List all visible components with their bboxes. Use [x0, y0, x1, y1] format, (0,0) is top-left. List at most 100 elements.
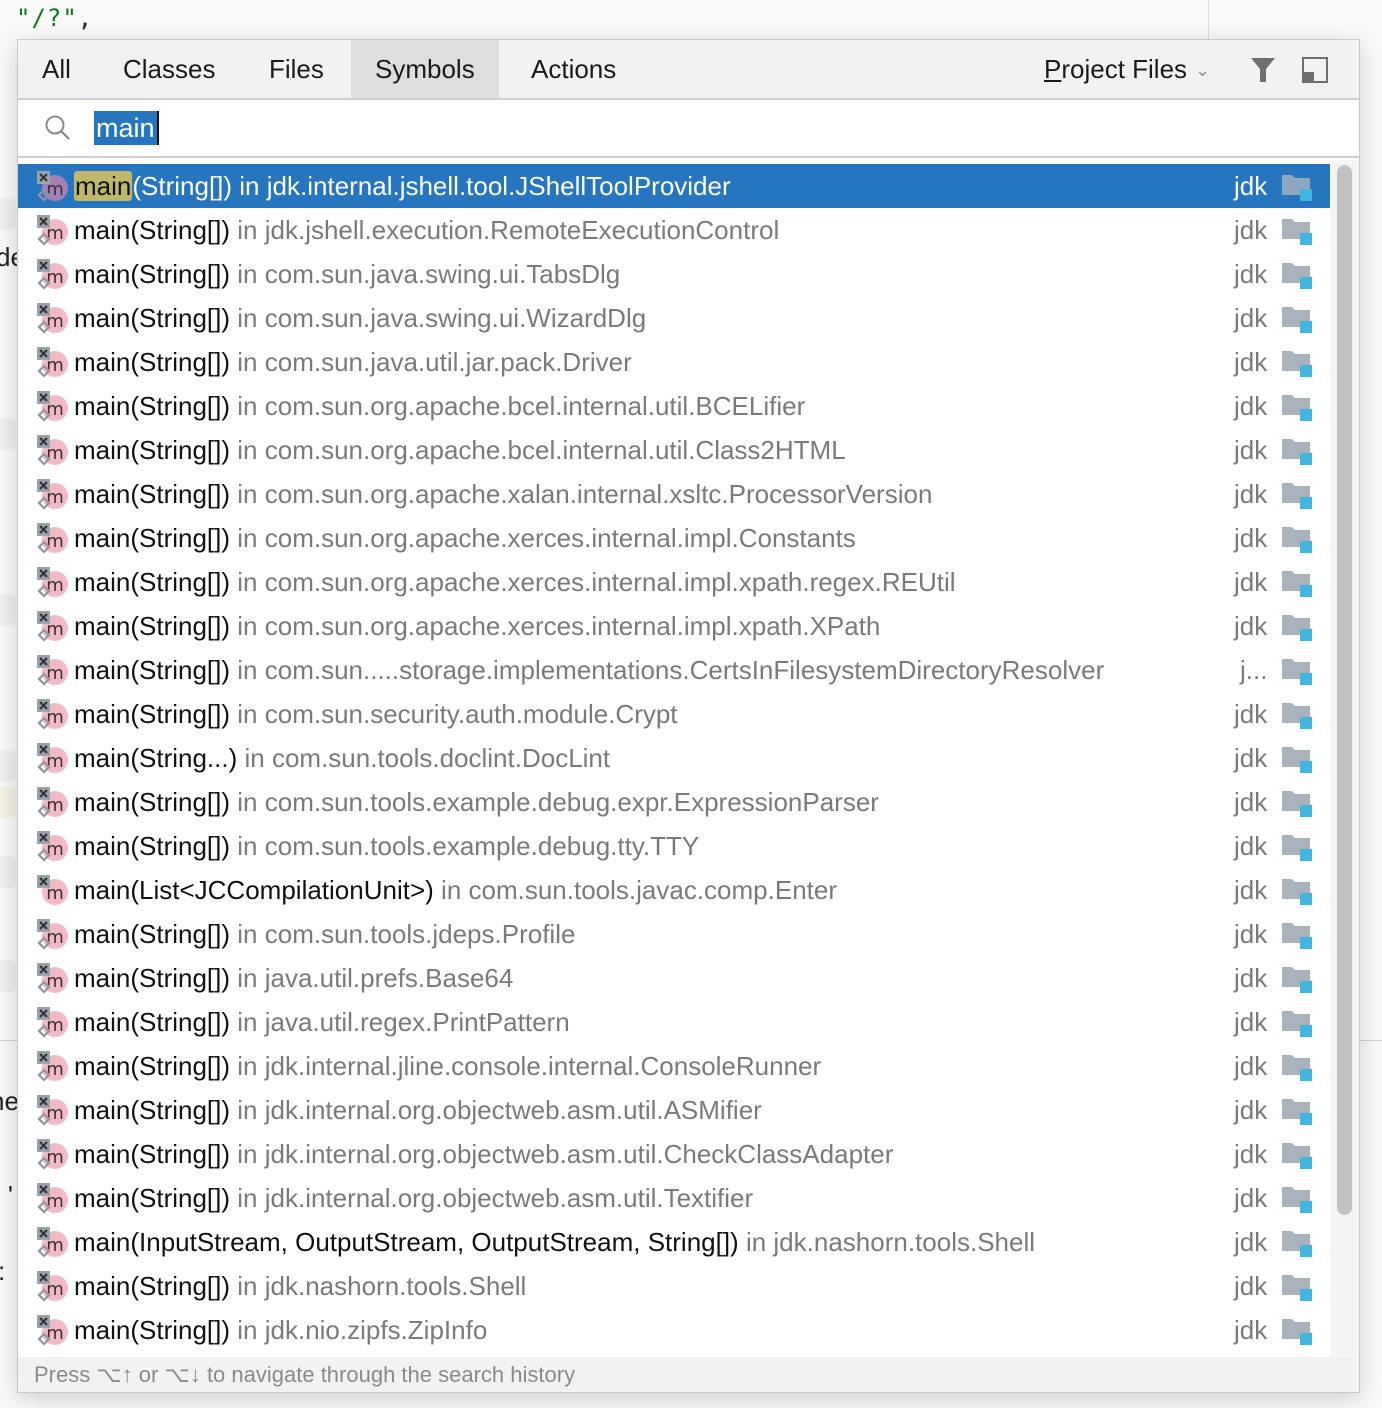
module-folder-icon	[1282, 351, 1312, 377]
module-folder-icon	[1282, 835, 1312, 861]
library-label: jdk	[1234, 831, 1268, 861]
library-label: jdk	[1234, 435, 1268, 465]
method-icon: m	[37, 567, 68, 598]
result-row[interactable]: m main(String[]) in jdk.internal.org.obje…	[18, 1176, 1330, 1220]
module-folder-icon	[1282, 175, 1312, 201]
result-row[interactable]: m main(String[]) in jdk.internal.jshell.t…	[18, 164, 1330, 208]
result-row[interactable]: m main(String...) in com.sun.tools.doclin…	[18, 736, 1330, 780]
library-label: jdk	[1234, 1315, 1268, 1345]
search-input[interactable]: main	[94, 111, 159, 145]
module-folder-icon	[1282, 879, 1312, 905]
result-row[interactable]: m main(String[]) in com.sun.org.apache.xe…	[18, 516, 1330, 560]
result-row[interactable]: m main(String[]) in java.util.regex.Print…	[18, 1000, 1330, 1044]
result-row[interactable]: m main(String[]) in jdk.internal.org.obje…	[18, 1132, 1330, 1176]
result-row[interactable]: m main(String[]) in com.sun.....storage.i…	[18, 648, 1330, 692]
symbol-name: main(String[])	[74, 1007, 231, 1037]
symbol-name: main(String[])	[74, 391, 231, 421]
scope-dropdown[interactable]: Project Files ⌄	[1044, 40, 1210, 98]
search-bar: main	[18, 100, 1359, 158]
symbol-location: in com.sun.tools.doclint.DocLint	[237, 743, 611, 773]
module-folder-icon	[1282, 307, 1312, 333]
result-row[interactable]: m main(String[]) in com.sun.tools.jdeps.P…	[18, 912, 1330, 956]
module-folder-icon	[1282, 967, 1312, 993]
result-row[interactable]: m main(String[]) in com.sun.java.swing.ui…	[18, 296, 1330, 340]
result-row[interactable]: m main(String[]) in com.sun.tools.example…	[18, 780, 1330, 824]
result-row[interactable]: m main(String[]) in com.sun.org.apache.xa…	[18, 472, 1330, 516]
module-folder-icon	[1282, 703, 1312, 729]
symbol-location: in java.util.prefs.Base64	[230, 963, 514, 993]
symbol-name: main(String[])	[74, 171, 233, 201]
symbol-location: in jdk.nio.zipfs.ZipInfo	[230, 1315, 488, 1345]
library-label: j...	[1240, 655, 1268, 685]
module-folder-icon	[1282, 1099, 1312, 1125]
module-folder-icon	[1282, 1055, 1312, 1081]
library-label: jdk	[1234, 1051, 1268, 1081]
result-row[interactable]: m main(String[]) in com.sun.org.apache.bc…	[18, 428, 1330, 472]
result-row[interactable]: m main(String[]) in com.sun.org.apache.bc…	[18, 384, 1330, 428]
module-folder-icon	[1282, 527, 1312, 553]
library-label: jdk	[1234, 1139, 1268, 1169]
method-icon: m	[37, 1183, 68, 1214]
symbol-location: in jdk.internal.org.objectweb.asm.util.T…	[230, 1183, 754, 1213]
method-icon: m	[37, 963, 68, 994]
symbol-location: in com.sun.tools.javac.comp.Enter	[433, 875, 837, 905]
symbol-location: in com.sun.security.auth.module.Crypt	[230, 699, 678, 729]
result-row[interactable]: m main(String[]) in com.sun.org.apache.xe…	[18, 604, 1330, 648]
symbol-location: in com.sun.org.apache.xalan.internal.xsl…	[230, 479, 933, 509]
library-label: jdk	[1234, 567, 1268, 597]
symbol-name: main(String[])	[74, 259, 231, 289]
tab-actions[interactable]: Actions	[507, 40, 640, 98]
library-label: jdk	[1234, 479, 1268, 509]
editor-divider	[1358, 1040, 1382, 1041]
method-icon: m	[37, 215, 68, 246]
symbol-location: in com.sun.....storage.implementations.C…	[230, 655, 1105, 685]
result-row[interactable]: m main(String[]) in jdk.nashorn.tools.She…	[18, 1264, 1330, 1308]
symbol-name: main(String[])	[74, 567, 231, 597]
module-folder-icon	[1282, 1319, 1312, 1345]
result-row[interactable]: m main(String[]) in jdk.internal.org.obje…	[18, 1088, 1330, 1132]
module-folder-icon	[1282, 263, 1312, 289]
symbol-name: main(String[])	[74, 611, 231, 641]
editor-current-line	[0, 786, 16, 818]
method-icon: m	[37, 655, 68, 686]
symbol-location: in com.sun.org.apache.bcel.internal.util…	[230, 435, 846, 465]
filter-icon[interactable]	[1250, 57, 1276, 83]
symbol-location: in jdk.internal.jline.console.internal.C…	[230, 1051, 822, 1081]
method-icon: m	[37, 435, 68, 466]
method-icon: m	[37, 1007, 68, 1038]
result-row[interactable]: m main(InputStream, OutputStream, OutputS…	[18, 1220, 1330, 1264]
scrollbar-thumb[interactable]	[1337, 165, 1352, 1215]
symbol-location: in com.sun.java.util.jar.pack.Driver	[230, 347, 632, 377]
result-row[interactable]: m main(String[]) in com.sun.java.swing.ui…	[18, 252, 1330, 296]
symbol-location: in com.sun.tools.example.debug.expr.Expr…	[230, 787, 879, 817]
tab-classes[interactable]: Classes	[99, 40, 239, 98]
method-icon: m	[37, 611, 68, 642]
method-icon: m	[37, 787, 68, 818]
result-row[interactable]: m main(List<JCCompilationUnit>) in com.su…	[18, 868, 1330, 912]
library-label: jdk	[1234, 875, 1268, 905]
result-row[interactable]: m main(String[]) in com.sun.security.auth…	[18, 692, 1330, 736]
library-label: jdk	[1234, 787, 1268, 817]
editor-text-fragment: '	[8, 1180, 13, 1210]
result-row[interactable]: m main(String[]) in jdk.internal.jline.co…	[18, 1044, 1330, 1088]
symbol-name: main(String[])	[74, 215, 231, 245]
result-row[interactable]: m main(String[]) in jdk.jshell.execution.…	[18, 208, 1330, 252]
symbol-location: in com.sun.org.apache.xerces.internal.im…	[230, 523, 856, 553]
result-row[interactable]: m main(String[]) in java.util.prefs.Base6…	[18, 956, 1330, 1000]
tab-files[interactable]: Files	[245, 40, 348, 98]
method-icon: m	[37, 1051, 68, 1082]
tab-symbols[interactable]: Symbols	[351, 40, 499, 98]
result-row[interactable]: m main(String[]) in com.sun.java.util.jar…	[18, 340, 1330, 384]
editor-line-band	[0, 418, 16, 450]
symbol-location: in jdk.internal.jshell.tool.JShellToolPr…	[232, 171, 731, 201]
symbol-name: main(String...)	[74, 743, 238, 773]
method-icon: m	[37, 523, 68, 554]
result-row[interactable]: m main(String[]) in jdk.nio.zipfs.ZipInfo…	[18, 1308, 1330, 1352]
footer-hint: Press ⌥↑ or ⌥↓ to navigate through the s…	[18, 1357, 1359, 1392]
tab-all[interactable]: All	[18, 40, 95, 98]
module-folder-icon	[1282, 1231, 1312, 1257]
symbol-name: main(String[])	[74, 303, 231, 333]
result-row[interactable]: m main(String[]) in com.sun.org.apache.xe…	[18, 560, 1330, 604]
preview-panel-icon[interactable]	[1302, 57, 1328, 83]
result-row[interactable]: m main(String[]) in com.sun.tools.example…	[18, 824, 1330, 868]
